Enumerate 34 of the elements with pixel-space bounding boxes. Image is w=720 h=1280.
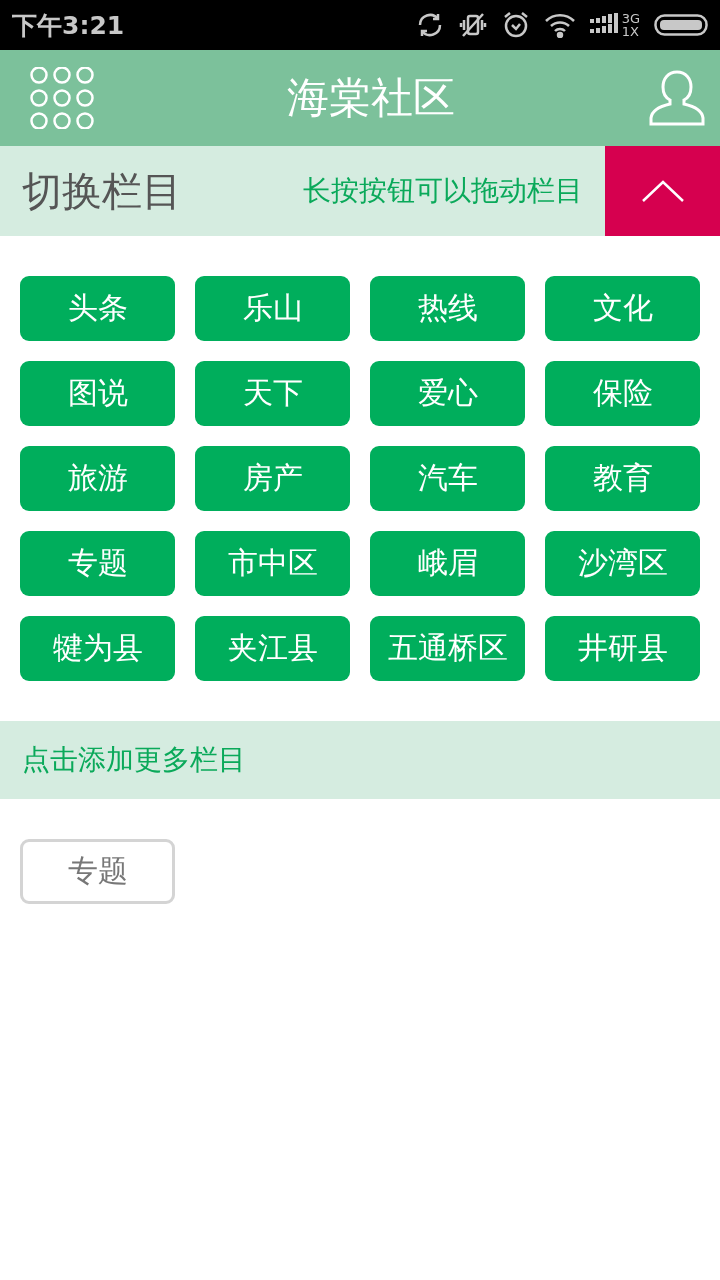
channel-button[interactable]: 井研县 (545, 616, 700, 681)
channel-button[interactable]: 爱心 (370, 361, 525, 426)
network-label: 3G (621, 12, 640, 25)
channel-button[interactable]: 头条 (20, 276, 175, 341)
channel-button[interactable]: 峨眉 (370, 531, 525, 596)
channel-button[interactable]: 热线 (370, 276, 525, 341)
channel-button[interactable]: 专题 (20, 839, 175, 904)
channel-button[interactable]: 汽车 (370, 446, 525, 511)
channel-button[interactable]: 市中区 (195, 531, 350, 596)
drag-hint: 长按按钮可以拖动栏目 (303, 173, 583, 209)
channel-button[interactable]: 保险 (545, 361, 700, 426)
channel-button[interactable]: 犍为县 (20, 616, 175, 681)
channel-button[interactable]: 乐山 (195, 276, 350, 341)
channel-button[interactable]: 教育 (545, 446, 700, 511)
channel-button[interactable]: 夹江县 (195, 616, 350, 681)
wifi-icon (543, 12, 576, 38)
user-icon[interactable] (648, 69, 706, 127)
network-label: 1X (621, 25, 640, 38)
channel-button[interactable]: 专题 (20, 531, 175, 596)
channel-button[interactable]: 房产 (195, 446, 350, 511)
grid-menu-icon[interactable] (30, 67, 94, 129)
chevron-up-icon (640, 179, 685, 203)
app-title: 海棠社区 (287, 72, 455, 124)
channel-button[interactable]: 天下 (195, 361, 350, 426)
section-title: 切换栏目 (22, 166, 183, 216)
channel-button[interactable]: 五通桥区 (370, 616, 525, 681)
status-time: 下午3:21 (12, 9, 126, 42)
channel-button[interactable]: 文化 (545, 276, 700, 341)
channel-button[interactable]: 旅游 (20, 446, 175, 511)
channel-button[interactable]: 图说 (20, 361, 175, 426)
channel-button[interactable]: 沙湾区 (545, 531, 700, 596)
battery-icon (654, 13, 708, 37)
vibrate-off-icon (457, 11, 488, 39)
add-more-label: 点击添加更多栏目 (22, 742, 246, 778)
